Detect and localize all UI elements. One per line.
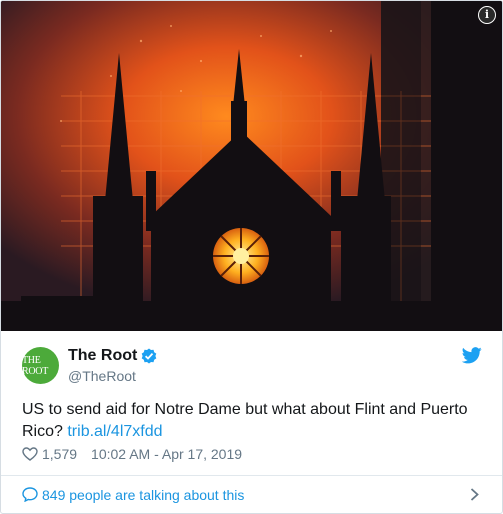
tweet-text: US to send aid for Notre Dame but what a… (22, 399, 482, 443)
like-count[interactable]: 1,579 (42, 446, 77, 462)
embedded-tweet-card: i THE ROOT The Root @TheRoot US to send … (0, 0, 503, 514)
tweet-meta: 1,579 10:02 AM - Apr 17, 2019 (22, 446, 242, 462)
notre-dame-fire-photo (1, 1, 502, 331)
avatar[interactable]: THE ROOT (22, 347, 59, 384)
tweet-photo[interactable]: i (1, 1, 502, 331)
author-name-row: The Root (68, 347, 157, 365)
info-icon[interactable]: i (478, 6, 496, 24)
timestamp[interactable]: 10:02 AM - Apr 17, 2019 (91, 446, 242, 462)
chevron-right-icon[interactable] (470, 488, 479, 501)
handle[interactable]: @TheRoot (68, 368, 157, 384)
display-name[interactable]: The Root (68, 347, 137, 365)
verified-badge-icon (142, 348, 157, 364)
heart-icon[interactable] (22, 447, 38, 461)
conversation-link[interactable]: 849 people are talking about this (1, 476, 502, 513)
tweet-header: THE ROOT The Root @TheRoot (1, 331, 502, 387)
conversation-count-text[interactable]: 849 people are talking about this (42, 487, 244, 503)
tweet-link[interactable]: trib.al/4l7xfdd (67, 423, 162, 440)
twitter-bird-icon[interactable] (462, 347, 482, 364)
author-block[interactable]: The Root @TheRoot (68, 347, 157, 384)
speech-bubble-icon (22, 487, 38, 502)
avatar-logo-text: THE ROOT (22, 354, 49, 377)
